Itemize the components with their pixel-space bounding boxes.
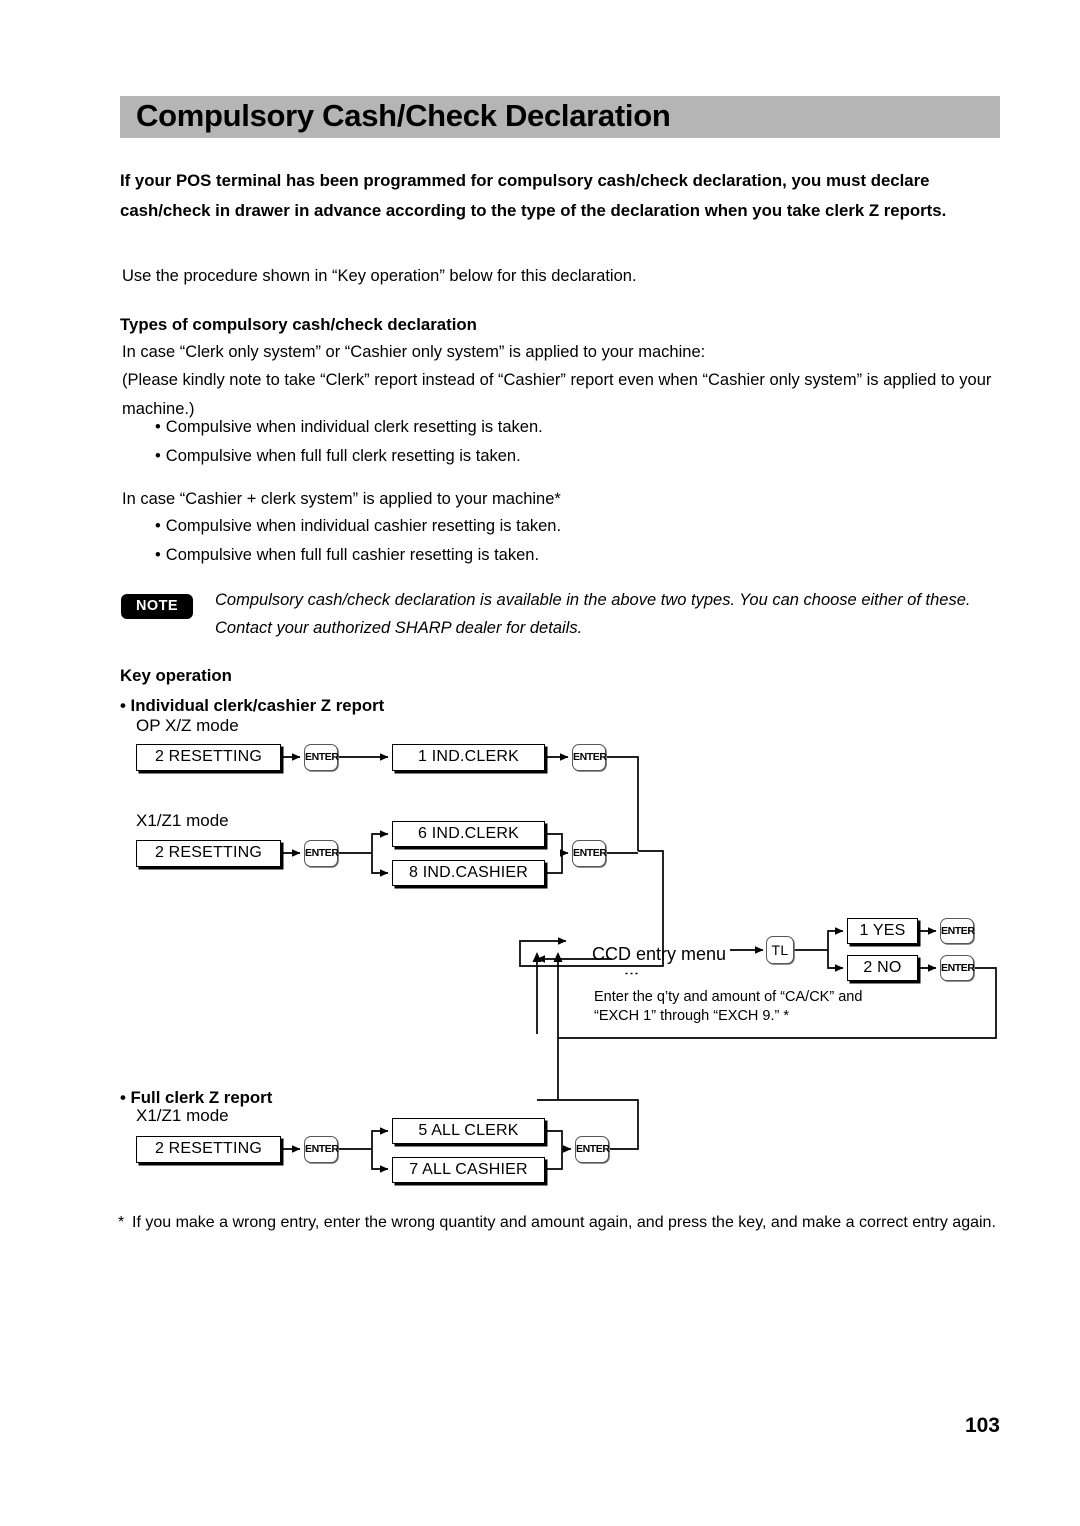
bullet-dot-icon: • (155, 418, 161, 436)
enter-key[interactable]: ENTER (304, 840, 339, 867)
key-operation-heading: Key operation (120, 666, 232, 685)
bullet-dot-icon: • (155, 546, 161, 564)
page-title: Compulsory Cash/Check Declaration (136, 98, 671, 133)
enter-key[interactable]: ENTER (575, 1136, 610, 1163)
flow-box-all-cashier[interactable]: 7 ALL CASHIER (392, 1157, 545, 1183)
enter-key[interactable]: ENTER (940, 955, 975, 981)
list-item: • Compulsive when full full clerk resetti… (155, 442, 955, 471)
flow-box-ind-clerk-op[interactable]: 1 IND.CLERK (392, 744, 545, 771)
list-item-label: Compulsive when individual clerk resetti… (165, 418, 543, 436)
ccd-entry-menu-label: CCD entry menu (592, 944, 727, 964)
footnote: * If you make a wrong entry, enter the w… (118, 1210, 1008, 1235)
list-item: • Compulsive when individual cashier rese… (155, 512, 955, 541)
enter-key[interactable]: ENTER (940, 918, 975, 944)
bullet-list-cashier: • Compulsive when individual cashier rese… (155, 512, 955, 570)
footnote-marker: * (118, 1214, 125, 1231)
flow-box-resetting-x1z1-individual[interactable]: 2 RESETTING (136, 840, 281, 867)
list-item: • Compulsive when individual clerk resett… (155, 413, 955, 442)
footnote-text: If you make a wrong entry, enter the wro… (132, 1214, 996, 1231)
flow-box-resetting-x1z1-full[interactable]: 2 RESETTING (136, 1136, 281, 1163)
note-badge-label: NOTE (136, 598, 178, 614)
use-procedure-line: Use the procedure shown in “Key operatio… (122, 267, 637, 285)
case-one-line: In case “Clerk only system” or “Cashier … (122, 343, 706, 361)
enter-key[interactable]: ENTER (572, 744, 607, 771)
flow-box-ind-cashier-x1z1[interactable]: 8 IND.CASHIER (392, 860, 545, 886)
enter-key[interactable]: ENTER (304, 1136, 339, 1163)
case-two-line: In case “Cashier + clerk system” is appl… (122, 490, 561, 508)
bullet-list-clerk: • Compulsive when individual clerk resett… (155, 413, 955, 471)
flow-box-ind-clerk-x1z1[interactable]: 6 IND.CLERK (392, 821, 545, 847)
bullet-dot-icon: • (155, 517, 161, 535)
note-text: Compulsory cash/check declaration is ava… (215, 591, 971, 637)
page-number: 103 (964, 1414, 1000, 1437)
types-section-heading: Types of compulsory cash/check declarati… (120, 315, 477, 334)
mode-label-x1z1-individual: X1/Z1 mode (136, 811, 229, 830)
list-item-label: Compulsive when full full cashier resett… (165, 546, 540, 564)
intro-paragraph: If your POS terminal has been programmed… (120, 171, 947, 220)
list-item-label: Compulsive when full full clerk resettin… (165, 447, 521, 465)
flow-box-all-clerk[interactable]: 5 ALL CLERK (392, 1118, 545, 1144)
flow-box-resetting-op[interactable]: 2 RESETTING (136, 744, 281, 771)
enter-key[interactable]: ENTER (304, 744, 339, 771)
ccd-instruction-text: Enter the q’ty and amount of “CA/CK” and… (594, 989, 863, 1024)
list-item-label: Compulsive when individual cashier reset… (165, 517, 562, 535)
bullet-dot-icon: • (155, 447, 161, 465)
ccd-vertical-ellipsis: ⋮ (623, 966, 640, 981)
flow-box-yes[interactable]: 1 YES (847, 918, 918, 944)
mode-label-op-xz: OP X/Z mode (136, 716, 239, 735)
flow-box-no[interactable]: 2 NO (847, 955, 918, 981)
tl-key[interactable]: TL (766, 936, 794, 964)
list-item: • Compulsive when full full cashier reset… (155, 541, 955, 570)
mode-label-x1z1-full: X1/Z1 mode (136, 1106, 229, 1125)
enter-key[interactable]: ENTER (572, 840, 607, 867)
